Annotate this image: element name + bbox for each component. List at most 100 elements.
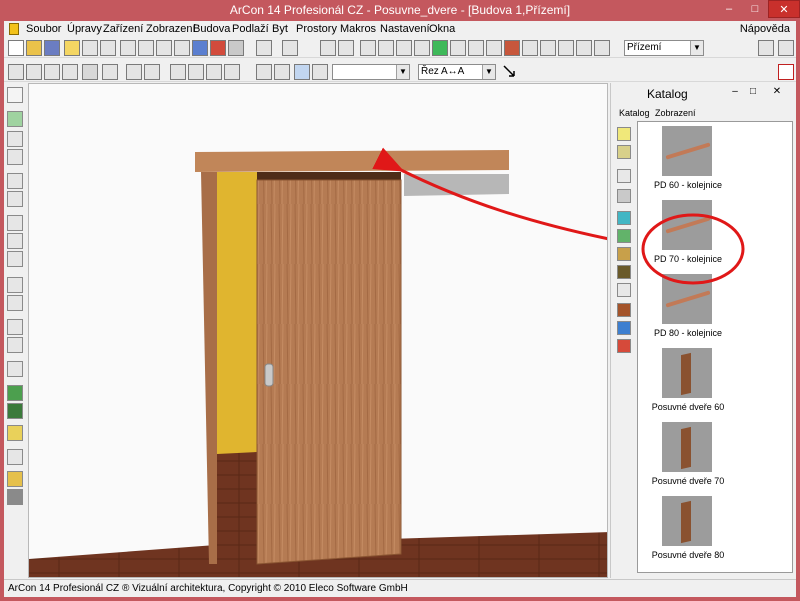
edit-3-icon[interactable] (7, 251, 23, 267)
plan-2d-icon[interactable] (192, 40, 208, 56)
redo-icon[interactable] (282, 40, 298, 56)
paste-icon[interactable] (156, 40, 172, 56)
catalog-toggle-icon[interactable] (758, 40, 774, 56)
stairs-3-icon[interactable] (396, 40, 412, 56)
menu-upravy[interactable]: Úpravy (67, 23, 102, 35)
app-menu-icon[interactable] (9, 23, 19, 35)
category-furniture-icon[interactable] (617, 303, 631, 317)
edit-1-icon[interactable] (7, 215, 23, 231)
print-icon[interactable] (82, 40, 98, 56)
view-4-icon[interactable] (62, 64, 78, 80)
catalog-menu-katalog[interactable]: Katalog (619, 108, 650, 118)
menu-nastaveni[interactable]: Nastavení (380, 23, 430, 35)
catalog-item-door60[interactable]: Posuvné dveře 60 (638, 344, 778, 418)
paint-brush-icon[interactable] (7, 385, 23, 401)
select-group-icon[interactable] (7, 149, 23, 165)
stair-tool-icon[interactable] (558, 40, 574, 56)
menu-okna[interactable]: Okna (429, 23, 455, 35)
category-plan-icon[interactable] (617, 321, 631, 335)
measure-2-icon[interactable] (7, 295, 23, 311)
object-icon[interactable] (7, 489, 23, 505)
delete-icon[interactable] (174, 40, 190, 56)
undo-icon[interactable] (256, 40, 272, 56)
close-button[interactable]: ✕ (768, 0, 800, 18)
stairs-2-icon[interactable] (378, 40, 394, 56)
cut-icon[interactable] (120, 40, 136, 56)
open-project-icon[interactable] (64, 40, 80, 56)
menu-makros[interactable]: Makros (340, 23, 376, 35)
catalog-item-door70[interactable]: Posuvné dveře 70 (638, 418, 778, 492)
open-folder-icon[interactable] (26, 40, 42, 56)
panel-minimize-icon[interactable]: – (729, 86, 741, 98)
camera-4-icon[interactable] (224, 64, 240, 80)
title-bar[interactable]: ArCon 14 Profesionál CZ - Posuvne_dvere … (0, 0, 800, 21)
split-view-icon[interactable] (228, 40, 244, 56)
cross-1-icon[interactable] (7, 173, 23, 189)
print-preview-icon[interactable] (100, 40, 116, 56)
panel-maximize-icon[interactable]: □ (747, 86, 759, 98)
house-3d-icon[interactable] (210, 40, 226, 56)
label-tool-icon[interactable] (7, 449, 23, 465)
minimize-button[interactable]: – (716, 0, 742, 18)
category-label-icon[interactable] (617, 283, 631, 297)
level-icon[interactable] (7, 337, 23, 353)
section-arrow-icon[interactable] (502, 64, 518, 80)
menu-budova[interactable]: Budova (193, 23, 230, 35)
stairs-1-icon[interactable] (360, 40, 376, 56)
people-icon[interactable] (274, 64, 290, 80)
view-2-icon[interactable] (26, 64, 42, 80)
zoom-icon[interactable] (320, 40, 336, 56)
category-door-icon[interactable] (617, 189, 631, 203)
menu-prostory[interactable]: Prostory (296, 23, 337, 35)
move-icon[interactable] (82, 64, 98, 80)
zoom-fit-icon[interactable] (338, 40, 354, 56)
catalog-item-pd60[interactable]: PD 60 - kolejnice (638, 122, 778, 196)
menu-napoveda[interactable]: Nápověda (740, 23, 790, 35)
light-tool-icon[interactable] (594, 40, 610, 56)
camera-3-icon[interactable] (206, 64, 222, 80)
category-window-icon[interactable] (617, 211, 631, 225)
view-select[interactable]: ▼ (332, 64, 410, 80)
dimension-tool-icon[interactable] (576, 40, 592, 56)
category-filter-icon[interactable] (617, 169, 631, 183)
menu-zarizeni[interactable]: Zařízení (103, 23, 143, 35)
window-tool-icon[interactable] (486, 40, 502, 56)
sun-icon[interactable] (144, 64, 160, 80)
section-select[interactable]: Řez A↔A ▼ (418, 64, 496, 80)
pointer-icon[interactable] (7, 87, 23, 103)
edit-2-icon[interactable] (7, 233, 23, 249)
menu-podlazi[interactable]: Podlaží (232, 23, 269, 35)
light-icon[interactable] (7, 361, 23, 377)
stairs-4-icon[interactable] (414, 40, 430, 56)
door-tool-icon[interactable] (504, 40, 520, 56)
wall-icon[interactable] (468, 40, 484, 56)
category-texture-icon[interactable] (617, 265, 631, 279)
panel-close-icon[interactable]: ✕ (771, 86, 783, 98)
new-file-icon[interactable] (8, 40, 24, 56)
color-fill-icon[interactable] (7, 403, 23, 419)
view-3-icon[interactable] (44, 64, 60, 80)
render-icon[interactable] (312, 64, 328, 80)
rotate-icon[interactable] (102, 64, 118, 80)
category-red-icon[interactable] (617, 339, 631, 353)
grid-icon[interactable] (450, 40, 466, 56)
texture-icon[interactable] (7, 425, 23, 441)
person-icon[interactable] (256, 64, 272, 80)
3d-viewport[interactable] (28, 83, 608, 578)
layers-icon[interactable] (432, 40, 448, 56)
save-icon[interactable] (44, 40, 60, 56)
cross-2-icon[interactable] (7, 191, 23, 207)
select-all-icon[interactable] (7, 111, 23, 127)
category-plant-icon[interactable] (617, 229, 631, 243)
walk-icon[interactable] (126, 64, 142, 80)
terrain-icon[interactable] (7, 319, 23, 335)
ramp-tool-icon[interactable] (540, 40, 556, 56)
menu-byt[interactable]: Byt (272, 23, 288, 35)
category-sphere-icon[interactable] (617, 247, 631, 261)
target-icon[interactable] (294, 64, 310, 80)
category-folder-icon[interactable] (617, 127, 631, 141)
select-box-icon[interactable] (7, 131, 23, 147)
camera-1-icon[interactable] (170, 64, 186, 80)
menu-zobrazeni[interactable]: Zobrazení (146, 23, 196, 35)
floor-select[interactable]: Přízemí ▼ (624, 40, 704, 56)
